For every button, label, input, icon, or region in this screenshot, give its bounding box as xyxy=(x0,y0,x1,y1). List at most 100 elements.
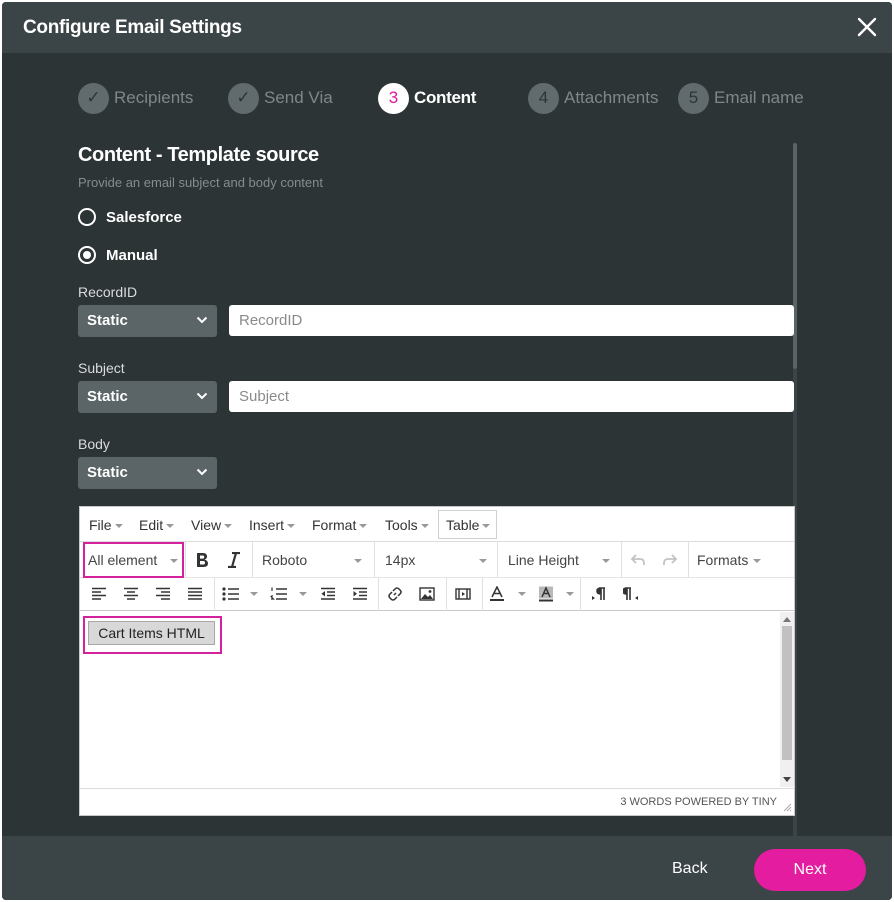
radio-button[interactable] xyxy=(78,246,96,264)
line-height-select[interactable]: Line Height xyxy=(508,552,618,568)
menu-file[interactable]: File xyxy=(89,517,123,533)
font-family-select[interactable]: Roboto xyxy=(262,552,367,568)
caret-down-icon xyxy=(166,524,175,529)
record-id-input[interactable] xyxy=(229,305,794,336)
subject-input[interactable] xyxy=(229,381,794,412)
ltr-button[interactable] xyxy=(587,582,611,606)
step-attachments[interactable]: 4 Attachments xyxy=(528,82,659,114)
back-button[interactable]: Back xyxy=(672,860,708,878)
editor-menubar: File Edit View Insert Format Tools Table xyxy=(80,507,794,542)
select-value: Static xyxy=(87,312,128,329)
subject-label: Subject xyxy=(78,360,125,376)
align-center-button[interactable] xyxy=(119,582,143,606)
justify-button[interactable] xyxy=(183,582,207,606)
align-left-button[interactable] xyxy=(87,582,111,606)
caret-down-icon xyxy=(354,559,362,563)
scroll-down-icon[interactable] xyxy=(783,777,791,783)
chevron-down-icon xyxy=(196,392,208,400)
align-right-button[interactable] xyxy=(151,582,175,606)
caret-down-icon[interactable] xyxy=(566,592,574,596)
italic-icon xyxy=(228,552,240,568)
menu-insert[interactable]: Insert xyxy=(249,517,296,533)
menu-tools[interactable]: Tools xyxy=(385,517,429,533)
formats-select[interactable]: Formats xyxy=(697,552,777,568)
bold-button[interactable] xyxy=(190,548,214,572)
scroll-up-icon[interactable] xyxy=(783,616,791,622)
caret-down-icon xyxy=(287,524,296,529)
background-color-button[interactable] xyxy=(534,582,558,606)
close-button[interactable] xyxy=(856,16,878,38)
undo-button[interactable] xyxy=(626,548,650,572)
element-select-highlight xyxy=(83,542,184,578)
text-color-button[interactable] xyxy=(485,582,509,606)
step-label: Send Via xyxy=(264,88,333,107)
text-color-icon xyxy=(490,586,504,601)
menu-view[interactable]: View xyxy=(191,517,233,533)
numbered-list-button[interactable] xyxy=(267,582,291,606)
step-email-name[interactable]: 5 Email name xyxy=(678,82,804,114)
step-label: Email name xyxy=(714,88,804,107)
radio-manual[interactable]: Manual xyxy=(78,246,158,264)
editor-statusbar: 3 WORDS POWERED BY TINY xyxy=(80,788,794,815)
next-button[interactable]: Next xyxy=(754,849,866,891)
rtl-button[interactable] xyxy=(619,582,643,606)
step-recipients[interactable]: ✓ Recipients xyxy=(78,82,193,114)
checkmark-icon: ✓ xyxy=(78,82,109,114)
caret-down-icon[interactable] xyxy=(299,592,307,596)
chevron-down-icon xyxy=(196,468,208,476)
caret-down-icon[interactable] xyxy=(518,592,526,596)
justify-icon xyxy=(188,587,202,600)
italic-button[interactable] xyxy=(222,548,246,572)
outdent-button[interactable] xyxy=(316,582,340,606)
word-count-status: 3 WORDS POWERED BY TINY xyxy=(620,796,777,808)
step-label: Content xyxy=(414,88,477,107)
caret-down-icon[interactable] xyxy=(250,592,258,596)
body-mode-select[interactable]: Static xyxy=(78,457,217,489)
menu-label: Table xyxy=(446,517,480,533)
media-button[interactable] xyxy=(451,582,475,606)
step-send-via[interactable]: ✓ Send Via xyxy=(228,82,333,114)
editor-scroll-thumb[interactable] xyxy=(782,626,792,760)
select-value: Static xyxy=(87,388,128,405)
numbered-list-icon xyxy=(270,587,287,600)
close-icon xyxy=(857,17,877,37)
line-height-value: Line Height xyxy=(508,552,579,568)
bold-icon xyxy=(197,553,208,567)
radio-button[interactable] xyxy=(78,208,96,226)
formats-value: Formats xyxy=(697,552,749,568)
toolbar-divider xyxy=(185,542,186,578)
content-scrollbar-thumb[interactable] xyxy=(793,143,797,369)
dialog-footer: Back Next xyxy=(2,836,892,900)
step-content[interactable]: 3 Content xyxy=(378,82,476,114)
image-icon xyxy=(419,587,435,601)
caret-down-icon xyxy=(359,524,368,529)
record-id-mode-select[interactable]: Static xyxy=(78,305,217,337)
record-id-label: RecordID xyxy=(78,284,138,300)
caret-down-icon xyxy=(602,559,610,563)
subject-mode-select[interactable]: Static xyxy=(78,381,217,413)
step-number: 3 xyxy=(378,82,409,114)
editor-scrollbar[interactable] xyxy=(780,612,794,787)
email-settings-dialog: Configure Email Settings ✓ Recipients ✓ … xyxy=(2,2,892,900)
dialog-title: Configure Email Settings xyxy=(23,17,242,38)
highlight-color-icon xyxy=(539,586,553,602)
font-size-select[interactable]: 14px xyxy=(385,552,495,568)
toolbar-divider xyxy=(446,578,447,611)
resize-handle-icon[interactable] xyxy=(783,803,792,812)
indent-button[interactable] xyxy=(348,582,372,606)
rich-text-editor: File Edit View Insert Format Tools Table… xyxy=(79,506,795,816)
menu-format[interactable]: Format xyxy=(312,517,368,533)
radio-salesforce[interactable]: Salesforce xyxy=(78,208,182,226)
editor-toolbar-row-1: All element Roboto 14px Line Height Form… xyxy=(80,542,794,578)
caret-down-icon xyxy=(479,559,487,563)
link-button[interactable] xyxy=(383,582,407,606)
align-right-icon xyxy=(156,587,170,600)
menu-table[interactable]: Table xyxy=(438,510,497,539)
menu-edit[interactable]: Edit xyxy=(139,517,175,533)
redo-button[interactable] xyxy=(658,548,682,572)
toolbar-divider xyxy=(214,578,215,611)
image-button[interactable] xyxy=(415,582,439,606)
bullet-list-button[interactable] xyxy=(219,582,243,606)
step-number: 4 xyxy=(528,82,559,114)
toolbar-divider xyxy=(374,542,375,578)
